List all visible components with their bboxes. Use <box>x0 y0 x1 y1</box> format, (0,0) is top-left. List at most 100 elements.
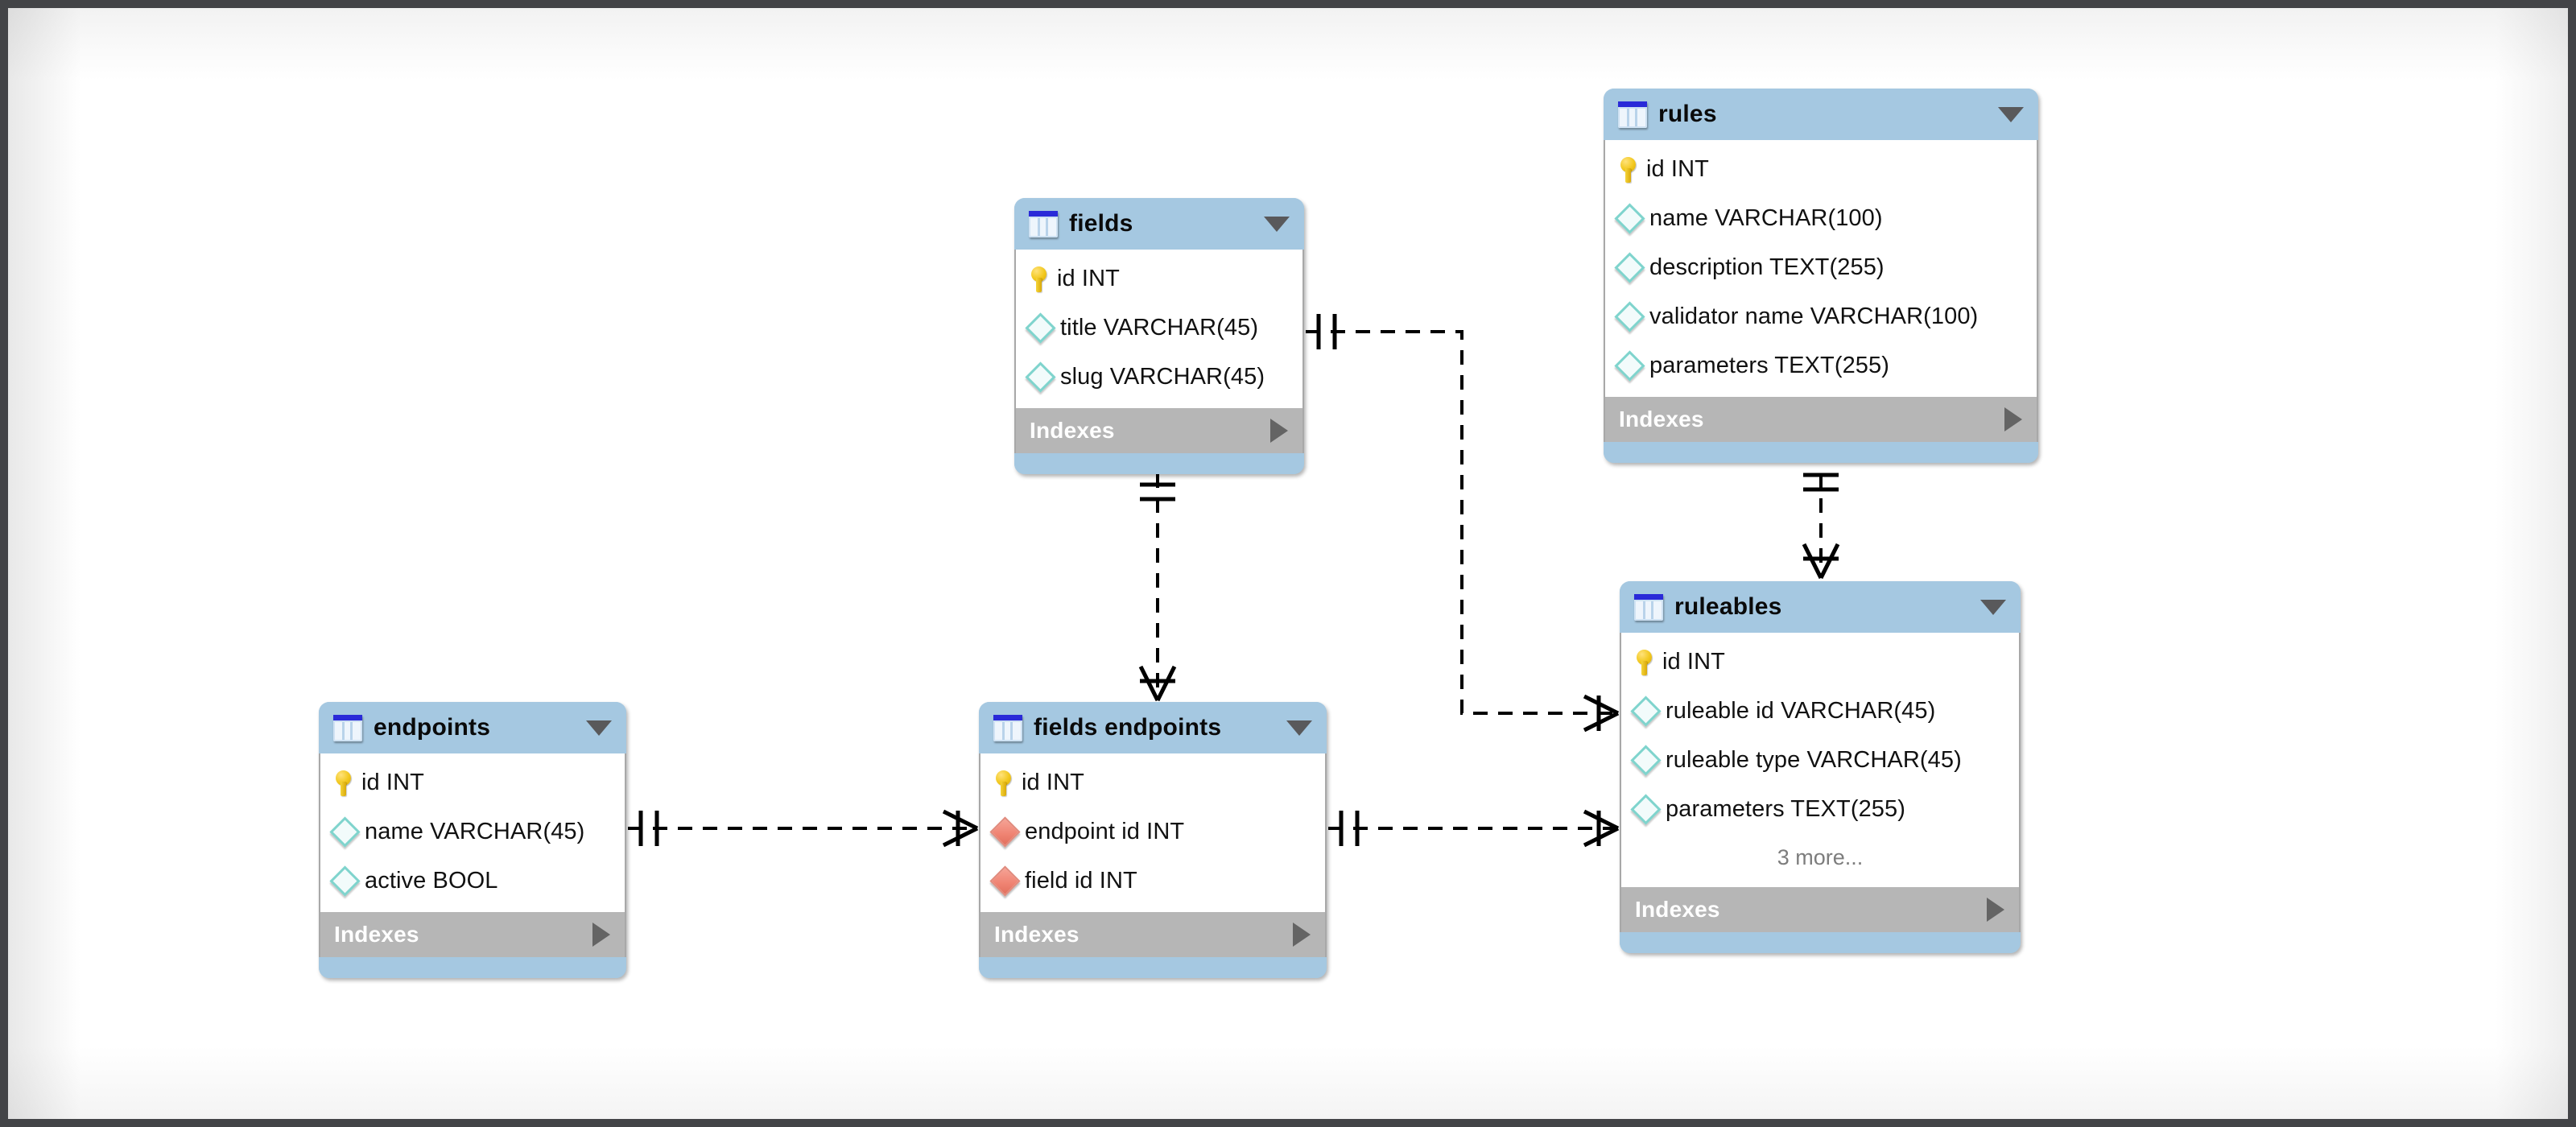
column-row[interactable]: title VARCHAR(45) <box>1016 303 1302 353</box>
cardinality-one-fields-right <box>1316 314 1337 349</box>
cardinality-many-fields-endpoints-top <box>1138 665 1177 702</box>
table-columns-endpoints: id INT name VARCHAR(45) active BOOL <box>319 753 626 912</box>
column-icon <box>329 865 361 897</box>
column-label: id INT <box>1662 649 1725 675</box>
indexes-bar-ruleables[interactable]: Indexes <box>1620 887 2021 932</box>
diagram-window: endpoints id INT name VARCHAR(45) active BO… <box>0 0 2576 1127</box>
column-row[interactable]: id INT <box>1621 638 2019 687</box>
chevron-right-icon[interactable] <box>1293 923 1311 947</box>
column-row[interactable]: active BOOL <box>320 857 625 906</box>
primary-key-icon <box>1030 266 1048 292</box>
cardinality-one-endpoints <box>638 811 659 846</box>
table-columns-rules: id INT name VARCHAR(100) description TEXT(… <box>1604 140 2038 397</box>
column-row[interactable]: id INT <box>980 758 1325 807</box>
column-row[interactable]: slug VARCHAR(45) <box>1016 353 1302 402</box>
chevron-right-icon[interactable] <box>592 923 610 947</box>
column-label: ruleable id VARCHAR(45) <box>1666 698 1936 724</box>
column-label: field id INT <box>1025 868 1137 894</box>
indexes-bar-fields_endpoints[interactable]: Indexes <box>979 912 1327 957</box>
column-label: parameters TEXT(255) <box>1649 353 1890 378</box>
cardinality-one-fields-endpoints-right <box>1339 811 1360 846</box>
column-label: description TEXT(255) <box>1649 254 1885 280</box>
table-header-fields[interactable]: fields <box>1014 198 1304 250</box>
table-ruleables[interactable]: ruleables id INT ruleable id VARCHAR(45) ru… <box>1620 581 2021 953</box>
table-columns-fields: id INT title VARCHAR(45) slug VARCHAR(45) <box>1014 250 1304 408</box>
column-row[interactable]: endpoint id INT <box>980 807 1325 857</box>
cardinality-many-fields-endpoints-left <box>942 809 979 848</box>
column-label: id INT <box>361 770 424 795</box>
table-fields_endpoints[interactable]: fields endpoints id INT endpoint id INT fie… <box>979 702 1327 978</box>
column-row[interactable]: parameters TEXT(255) <box>1605 341 2037 390</box>
table-header-ruleables[interactable]: ruleables <box>1620 581 2021 633</box>
table-title: endpoints <box>374 714 491 741</box>
column-label: active BOOL <box>365 868 498 894</box>
primary-key-icon <box>1619 156 1637 183</box>
indexes-bar-rules[interactable]: Indexes <box>1604 397 2038 442</box>
column-label: id INT <box>1057 266 1120 291</box>
column-icon <box>1614 301 1645 332</box>
column-label: name VARCHAR(100) <box>1649 205 1883 231</box>
primary-key-icon <box>1635 649 1653 675</box>
column-icon <box>1630 745 1662 776</box>
column-icon <box>1630 696 1662 727</box>
chevron-down-icon[interactable] <box>586 720 612 736</box>
table-columns-fields_endpoints: id INT endpoint id INT field id INT <box>979 753 1327 912</box>
chevron-down-icon[interactable] <box>1264 216 1290 232</box>
column-icon <box>1614 252 1645 283</box>
column-row[interactable]: id INT <box>1016 254 1302 303</box>
column-row[interactable]: ruleable type VARCHAR(45) <box>1621 736 2019 785</box>
column-icon <box>1025 361 1056 393</box>
column-row[interactable]: description TEXT(255) <box>1605 243 2037 292</box>
column-icon <box>1614 203 1645 234</box>
column-row[interactable]: name VARCHAR(45) <box>320 807 625 857</box>
table-header-rules[interactable]: rules <box>1604 89 2038 140</box>
chevron-down-icon[interactable] <box>1998 106 2024 122</box>
chevron-down-icon[interactable] <box>1980 599 2006 615</box>
table-rules[interactable]: rules id INT name VARCHAR(100) description … <box>1604 89 2038 463</box>
indexes-label: Indexes <box>1635 897 1720 922</box>
column-label: name VARCHAR(45) <box>365 819 585 844</box>
cardinality-one-fields-bottom <box>1140 482 1175 502</box>
column-icon <box>1614 350 1645 382</box>
column-row[interactable]: validator name VARCHAR(100) <box>1605 292 2037 341</box>
chevron-down-icon[interactable] <box>1286 720 1312 736</box>
table-header-endpoints[interactable]: endpoints <box>319 702 626 753</box>
column-icon <box>329 816 361 848</box>
cardinality-many-ruleables-left-upper <box>1583 694 1620 733</box>
column-label: parameters TEXT(255) <box>1666 796 1906 822</box>
indexes-label: Indexes <box>1030 418 1115 443</box>
relationship-line-fields-ruleables <box>1306 330 1618 715</box>
column-label: endpoint id INT <box>1025 819 1185 844</box>
chevron-right-icon[interactable] <box>2004 407 2022 431</box>
column-label: title VARCHAR(45) <box>1060 315 1259 341</box>
table-footer <box>979 957 1327 978</box>
column-row[interactable]: field id INT <box>980 857 1325 906</box>
indexes-bar-endpoints[interactable]: Indexes <box>319 912 626 957</box>
column-row[interactable]: name VARCHAR(100) <box>1605 194 2037 243</box>
table-footer <box>1014 453 1304 474</box>
table-endpoints[interactable]: endpoints id INT name VARCHAR(45) active BO… <box>319 702 626 978</box>
table-footer <box>1604 442 2038 463</box>
chevron-right-icon[interactable] <box>1987 898 2004 922</box>
table-icon <box>993 714 1022 741</box>
table-icon <box>333 714 362 741</box>
table-icon <box>1618 101 1647 128</box>
column-row[interactable]: id INT <box>1605 145 2037 194</box>
table-title: fields endpoints <box>1034 714 1222 741</box>
diagram-canvas[interactable]: endpoints id INT name VARCHAR(45) active BO… <box>8 8 2568 1119</box>
table-fields[interactable]: fields id INT title VARCHAR(45) slug VARCHA… <box>1014 198 1304 474</box>
chevron-right-icon[interactable] <box>1270 419 1288 443</box>
column-row[interactable]: ruleable id VARCHAR(45) <box>1621 687 2019 736</box>
column-row[interactable]: id INT <box>320 758 625 807</box>
more-columns-label[interactable]: 3 more... <box>1621 834 2019 881</box>
foreign-key-icon <box>989 865 1021 897</box>
indexes-bar-fields[interactable]: Indexes <box>1014 408 1304 453</box>
table-icon <box>1029 210 1058 237</box>
table-title: fields <box>1069 210 1133 237</box>
table-icon <box>1634 593 1663 621</box>
table-header-fields_endpoints[interactable]: fields endpoints <box>979 702 1327 753</box>
column-label: slug VARCHAR(45) <box>1060 364 1265 390</box>
cardinality-many-ruleables-left-lower <box>1583 809 1620 848</box>
column-row[interactable]: parameters TEXT(255) <box>1621 785 2019 834</box>
cardinality-many-ruleables-top <box>1802 543 1840 580</box>
